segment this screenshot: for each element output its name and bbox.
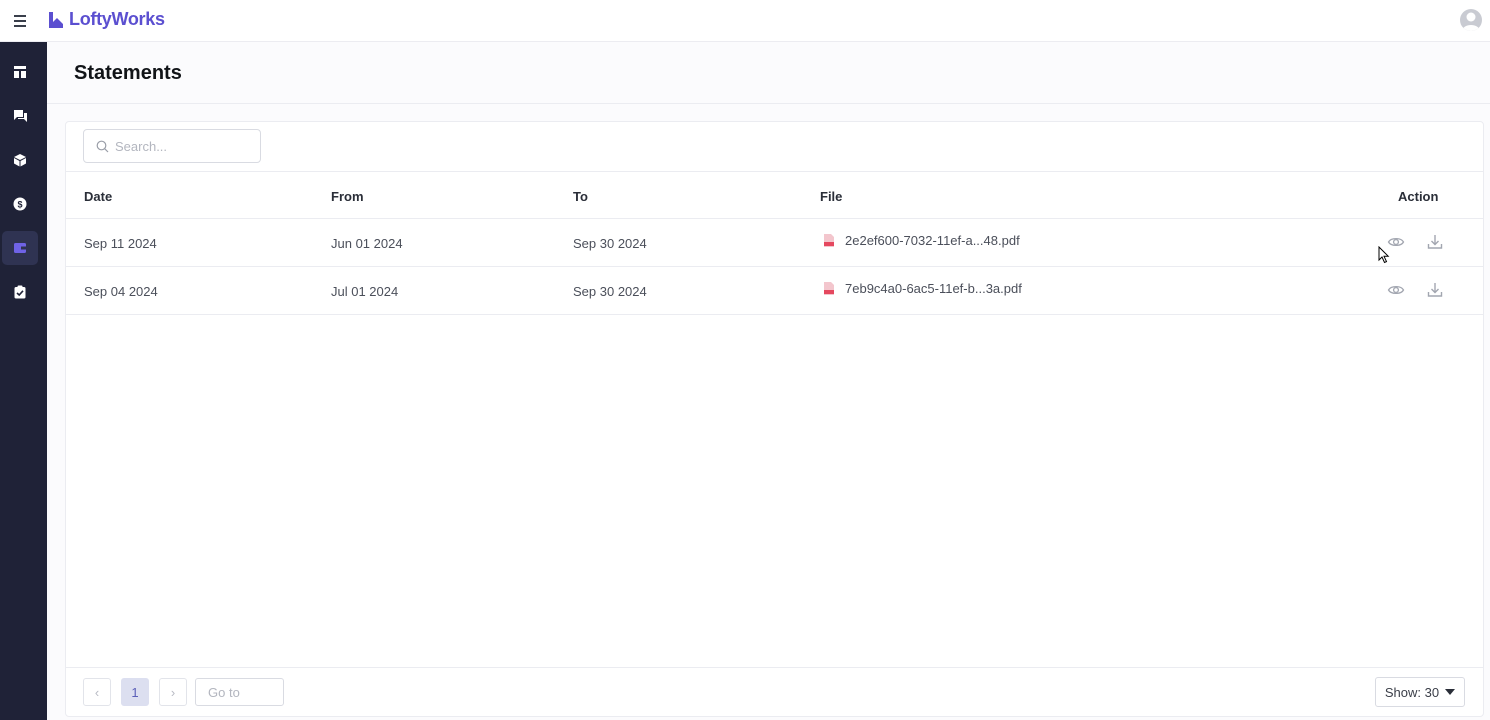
sidebar-item-tasks[interactable] bbox=[2, 275, 38, 309]
file-name: 7eb9c4a0-6ac5-11ef-b...3a.pdf bbox=[845, 281, 1022, 296]
sidebar: $ bbox=[0, 42, 47, 720]
user-avatar[interactable] bbox=[1460, 9, 1482, 31]
caret-down-icon bbox=[1445, 689, 1456, 695]
pagination-bar: ‹ 1 › Show: 30 bbox=[66, 667, 1483, 716]
brand-logo[interactable]: LoftyWorks bbox=[47, 9, 165, 30]
statements-card: Date From To File Action Sep 11 2024 Jun… bbox=[65, 121, 1484, 717]
dollar-icon: $ bbox=[13, 197, 27, 211]
column-header-file[interactable]: File bbox=[820, 189, 842, 204]
search-icon bbox=[96, 140, 109, 152]
page-1-button[interactable]: 1 bbox=[121, 678, 149, 706]
brand-name: LoftyWorks bbox=[69, 9, 165, 29]
file-link[interactable]: 2e2ef600-7032-11ef-a...48.pdf bbox=[823, 233, 1020, 248]
sidebar-item-messages[interactable] bbox=[2, 99, 38, 133]
pdf-file-icon bbox=[824, 282, 834, 295]
next-page-button[interactable]: › bbox=[159, 678, 187, 706]
row-to: Sep 30 2024 bbox=[573, 284, 647, 299]
file-name: 2e2ef600-7032-11ef-a...48.pdf bbox=[845, 233, 1020, 248]
view-eye-icon[interactable] bbox=[1387, 281, 1405, 299]
sidebar-item-statements[interactable] bbox=[2, 231, 38, 265]
table-row: Sep 04 2024 Jul 01 2024 Sep 30 2024 7eb9… bbox=[66, 267, 1483, 315]
table-row: Sep 11 2024 Jun 01 2024 Sep 30 2024 2e2e… bbox=[66, 219, 1483, 267]
wallet-icon bbox=[14, 243, 26, 253]
download-icon[interactable] bbox=[1426, 233, 1444, 251]
row-to: Sep 30 2024 bbox=[573, 236, 647, 251]
search-input[interactable] bbox=[115, 138, 245, 154]
page-header: Statements bbox=[47, 42, 1490, 104]
prev-page-button[interactable]: ‹ bbox=[83, 678, 111, 706]
clipboard-check-icon bbox=[14, 285, 26, 299]
page-title: Statements bbox=[74, 62, 182, 84]
row-date: Sep 11 2024 bbox=[84, 236, 157, 251]
column-header-from[interactable]: From bbox=[331, 189, 364, 204]
goto-page-input[interactable] bbox=[195, 678, 284, 706]
column-header-date[interactable]: Date bbox=[84, 189, 112, 204]
search-box[interactable] bbox=[83, 129, 261, 163]
dashboard-icon bbox=[14, 66, 26, 78]
box-icon bbox=[14, 154, 26, 167]
mouse-cursor-icon bbox=[1378, 246, 1390, 264]
row-date: Sep 04 2024 bbox=[84, 284, 158, 299]
page-size-label: Show: 30 bbox=[1384, 684, 1440, 700]
loftyworks-logo-icon bbox=[49, 11, 63, 28]
svg-text:$: $ bbox=[17, 200, 22, 210]
column-header-to[interactable]: To bbox=[573, 189, 588, 204]
page-size-select[interactable]: Show: 30 bbox=[1375, 677, 1465, 707]
sidebar-item-dashboard[interactable] bbox=[2, 55, 38, 89]
sidebar-item-inventory[interactable] bbox=[2, 143, 38, 177]
file-link[interactable]: 7eb9c4a0-6ac5-11ef-b...3a.pdf bbox=[823, 281, 1022, 296]
column-header-action: Action bbox=[1398, 189, 1439, 204]
row-from: Jun 01 2024 bbox=[331, 236, 403, 251]
user-icon bbox=[1462, 12, 1480, 31]
row-from: Jul 01 2024 bbox=[331, 284, 399, 299]
pdf-file-icon bbox=[824, 234, 834, 247]
top-bar: LoftyWorks bbox=[0, 0, 1490, 42]
download-icon[interactable] bbox=[1426, 281, 1444, 299]
hamburger-menu-icon[interactable] bbox=[9, 10, 31, 32]
chat-icon bbox=[13, 110, 27, 122]
table-header: Date From To File Action bbox=[66, 171, 1483, 219]
sidebar-item-finance[interactable]: $ bbox=[2, 187, 38, 221]
